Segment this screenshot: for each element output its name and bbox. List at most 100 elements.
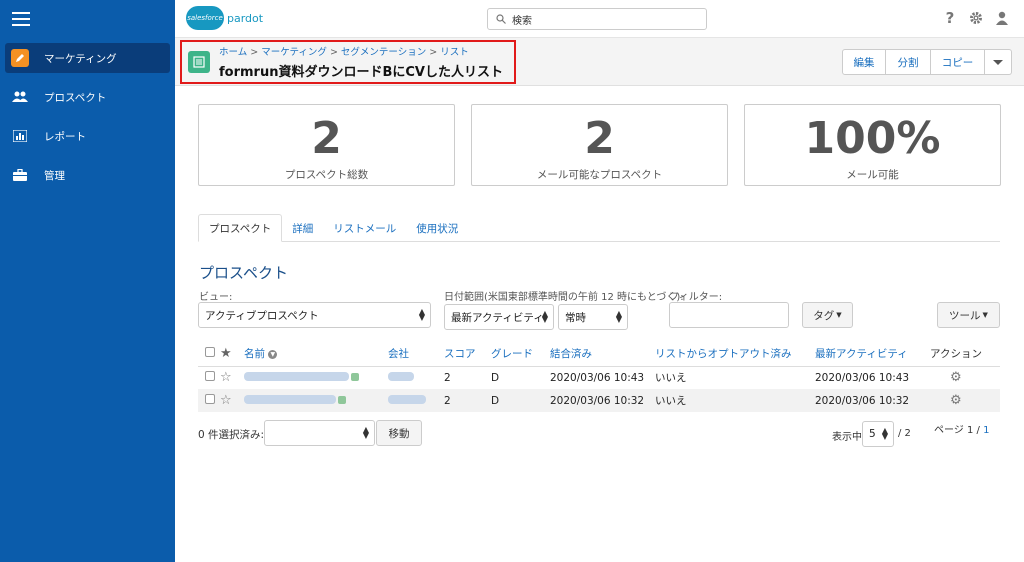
score-cell: 2 [444, 389, 491, 412]
copy-button[interactable]: コピー [931, 49, 985, 75]
search-placeholder: 検索 [512, 15, 532, 27]
breadcrumb-segmentation[interactable]: セグメンテーション [341, 47, 426, 58]
column-header-activity[interactable]: 最新アクティビティ [815, 342, 930, 367]
tab-list-emails[interactable]: リストメール [323, 214, 406, 242]
product-name: pardot [227, 11, 264, 25]
sidebar-item-marketing[interactable]: マーケティング [5, 43, 170, 73]
view-select-value: アクティブプロスペクト [205, 309, 319, 322]
per-page-label: 表示中 [832, 432, 862, 443]
grade-cell: D [491, 389, 550, 412]
column-header-optout[interactable]: リストからオプトアウト済み [655, 342, 815, 367]
column-header-merged[interactable]: 結合済み [550, 342, 655, 367]
bar-chart-icon [11, 127, 29, 145]
gear-icon[interactable]: ⚙ [950, 393, 962, 408]
help-icon[interactable]: ? [942, 9, 958, 27]
tools-button[interactable]: ツール ▼ [937, 302, 1000, 328]
sidebar: マーケティング プロスペクト レポート 管理 [0, 0, 175, 562]
page-title: formrun資料ダウンロードBにCVした人リスト [219, 65, 503, 80]
sidebar-item-label: レポート [44, 130, 86, 143]
stat-label: メール可能 [846, 169, 899, 181]
per-page-total: / 2 [898, 428, 911, 439]
row-checkbox[interactable] [205, 371, 215, 382]
selected-count-label: 0 件選択済み: [198, 429, 265, 441]
view-label: ビュー: [199, 292, 233, 303]
sort-icon: ▼ [268, 349, 278, 359]
date-range-label: 日付範囲(米国東部標準時間の午前 12 時にもとづく): [444, 292, 684, 303]
breadcrumb: ホーム > マーケティング > セグメンテーション > リスト [219, 47, 469, 58]
table-row: ☆ 2 D 2020/03/06 10:32 いいえ 2020/03/06 10… [198, 389, 1000, 412]
gear-icon[interactable]: ⚙ [950, 370, 962, 385]
search-icon [496, 14, 506, 24]
select-arrows-icon: ▲ ▼ [541, 309, 548, 324]
time-range-select[interactable]: 常時 ▲ ▼ [558, 304, 628, 330]
split-button[interactable]: 分割 [886, 49, 931, 75]
select-arrows-icon: ▲ ▼ [615, 309, 622, 324]
sidebar-item-prospects[interactable]: プロスペクト [5, 82, 170, 112]
select-arrows-icon: ▲ ▼ [418, 307, 425, 322]
caret-down-icon: ▼ [982, 311, 988, 319]
prospects-table: ★ 名前 ▼ 会社 スコア グレード 結合済み リストからオプトアウト済み 最新… [198, 342, 1000, 412]
select-all-checkbox[interactable] [205, 347, 215, 358]
briefcase-icon [11, 166, 29, 184]
last-page-link[interactable]: 1 [983, 425, 989, 436]
section-title: プロスペクト [199, 264, 288, 282]
score-cell: 2 [444, 371, 451, 384]
column-header-action: アクション [930, 342, 1000, 367]
view-select[interactable]: アクティブプロスペクト ▲ ▼ [198, 302, 431, 328]
stat-total-prospects: 2 プロスペクト総数 [198, 104, 455, 186]
tab-usage[interactable]: 使用状況 [406, 214, 468, 242]
tab-prospects[interactable]: プロスペクト [198, 214, 283, 242]
tab-details[interactable]: 詳細 [282, 214, 323, 242]
sidebar-item-admin[interactable]: 管理 [5, 160, 170, 190]
menu-icon[interactable] [12, 12, 30, 26]
bulk-action-select[interactable]: ▲ ▼ [264, 420, 375, 446]
stat-label: メール可能なプロスペクト [536, 169, 663, 181]
column-header-score[interactable]: スコア [444, 342, 491, 367]
prospect-name-link[interactable] [244, 394, 336, 404]
star-header-icon[interactable]: ★ [220, 346, 232, 361]
list-icon [188, 51, 210, 73]
caret-down-icon: ▼ [836, 311, 842, 319]
user-icon[interactable] [994, 10, 1010, 26]
star-icon[interactable]: ☆ [220, 393, 232, 408]
tab-bar: プロスペクト 詳細 リストメール 使用状況 [198, 214, 1000, 242]
breadcrumb-marketing[interactable]: マーケティング [261, 47, 327, 58]
time-range-value: 常時 [565, 311, 586, 324]
optout-cell: いいえ [655, 389, 815, 412]
sidebar-item-reports[interactable]: レポート [5, 121, 170, 151]
action-button-group: 編集 分割 コピー [842, 49, 1012, 75]
edit-button[interactable]: 編集 [842, 49, 886, 75]
breadcrumb-lists[interactable]: リスト [440, 47, 469, 58]
stat-value: 2 [584, 113, 615, 164]
per-page-select[interactable]: 5 ▲ ▼ [862, 421, 894, 447]
title-highlight-box: ホーム > マーケティング > セグメンテーション > リスト formrun資料ダウンロー… [180, 40, 516, 84]
company-link[interactable] [388, 371, 414, 381]
merged-cell: 2020/03/06 10:43 [550, 371, 645, 384]
company-link[interactable] [388, 394, 426, 404]
star-icon[interactable]: ☆ [220, 370, 232, 385]
grade-cell: D [491, 371, 500, 384]
tag-button[interactable]: タグ ▼ [802, 302, 853, 328]
grade-badge [351, 372, 359, 381]
row-checkbox[interactable] [205, 394, 215, 404]
pagination: ページ 1 / 1 [934, 421, 989, 436]
filter-input[interactable] [669, 302, 789, 328]
stat-value: 2 [311, 113, 342, 164]
column-header-grade[interactable]: グレード [491, 342, 550, 367]
activity-cell: 2020/03/06 10:43 [815, 371, 910, 384]
search-input[interactable]: 検索 [487, 8, 707, 30]
filter-label: フィルター: [669, 292, 723, 303]
more-actions-button[interactable] [985, 49, 1012, 75]
salesforce-logo: salesforce [186, 6, 224, 30]
sidebar-item-label: プロスペクト [44, 91, 107, 104]
move-button[interactable]: 移動 [376, 420, 422, 446]
salesforce-pardot-logo[interactable]: salesforce pardot [186, 6, 263, 30]
breadcrumb-home[interactable]: ホーム [219, 47, 247, 58]
date-range-select[interactable]: 最新アクティビティ ▲ ▼ [444, 304, 554, 330]
column-header-name[interactable]: 名前 ▼ [244, 342, 388, 367]
select-arrows-icon: ▲ ▼ [881, 426, 888, 441]
page-label: ページ 1 / [934, 425, 980, 436]
column-header-company[interactable]: 会社 [388, 342, 444, 367]
settings-icon[interactable] [968, 10, 984, 26]
prospect-name-link[interactable] [244, 371, 349, 381]
